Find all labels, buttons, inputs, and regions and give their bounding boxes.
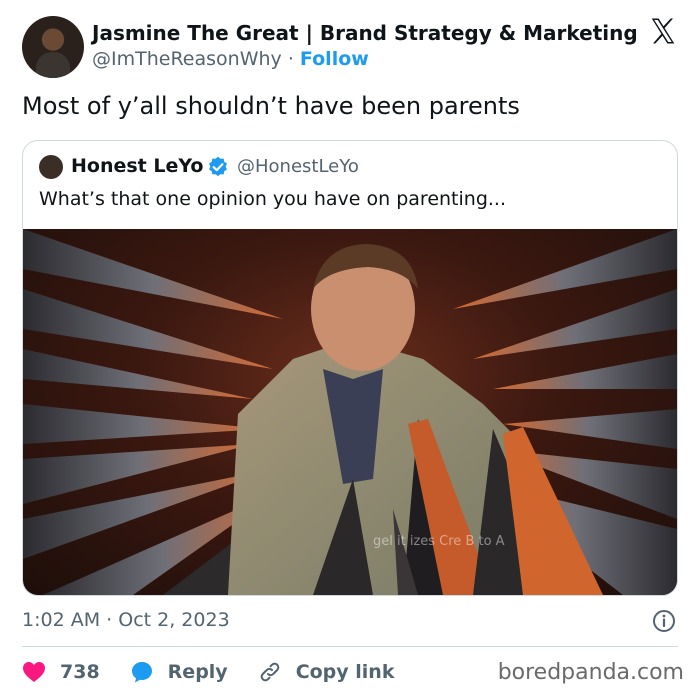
follow-button[interactable]: Follow [300, 48, 369, 70]
quoted-author-handle[interactable]: @HonestLeYo [237, 156, 359, 177]
timestamp-separator: · [106, 609, 113, 631]
quoted-author-name[interactable]: Honest LeYo [71, 155, 203, 177]
copy-link-label: Copy link [295, 661, 395, 683]
info-icon[interactable] [652, 609, 676, 633]
reply-bubble-icon [131, 662, 152, 683]
tweet-timestamp[interactable]: 1:02 AM · Oct 2, 2023 [22, 609, 230, 631]
copy-link-button[interactable]: Copy link [258, 660, 395, 684]
tweet-time: 1:02 AM [22, 609, 101, 631]
x-logo-icon[interactable] [648, 16, 678, 46]
quoted-media-image[interactable]: gel it izes Cre B to A [23, 229, 677, 595]
author-avatar[interactable] [22, 16, 84, 78]
author-handle[interactable]: @ImTheReasonWhy [92, 48, 282, 70]
media-watermark: gel it izes Cre B to A [373, 534, 505, 549]
tweet-date: Oct 2, 2023 [118, 609, 230, 631]
tweet-text: Most of y’all shouldn’t have been parent… [22, 92, 520, 120]
like-count: 738 [60, 661, 100, 683]
action-bar: 738 Reply Copy link [22, 658, 424, 686]
reply-label: Reply [167, 661, 228, 683]
handle-separator: · [287, 48, 294, 70]
author-handle-line: @ImTheReasonWhy · Follow [92, 48, 369, 70]
divider [22, 646, 678, 647]
link-icon [260, 662, 280, 682]
quoted-tweet-card[interactable]: Honest LeYo @HonestLeYo What’s that one … [22, 140, 678, 596]
quoted-avatar[interactable] [39, 155, 63, 179]
author-name[interactable]: Jasmine The Great | Brand Strategy & Mar… [92, 21, 638, 45]
heart-icon [23, 662, 45, 682]
verified-badge-icon [209, 156, 227, 177]
quoted-tweet-text: What’s that one opinion you have on pare… [39, 188, 507, 210]
like-button[interactable]: 738 [22, 661, 100, 683]
site-watermark: boredpanda.com [497, 660, 684, 685]
reply-button[interactable]: Reply [130, 660, 228, 684]
